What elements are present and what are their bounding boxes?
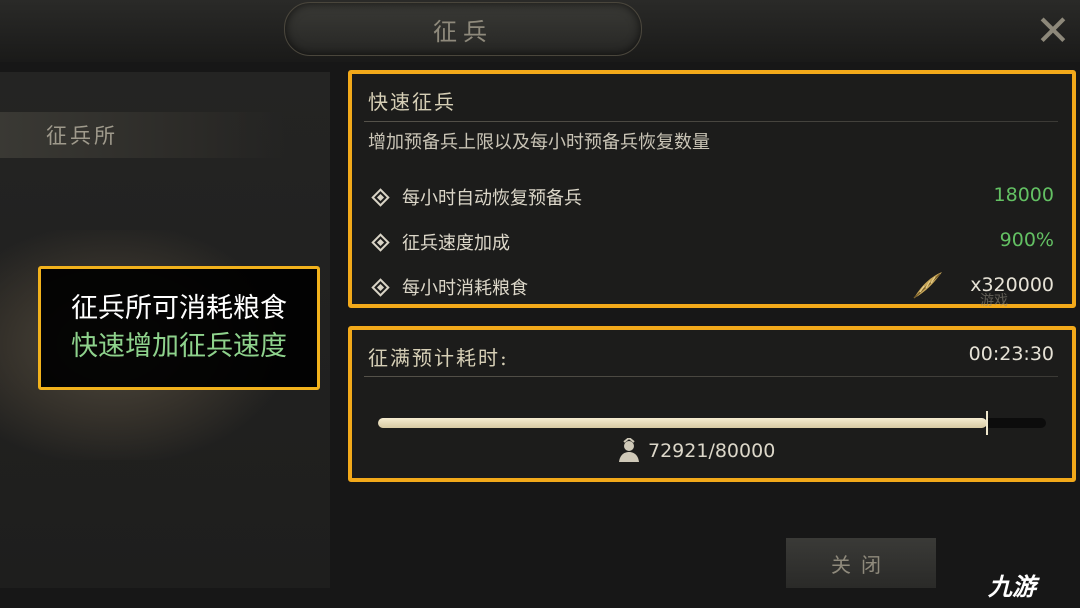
soldier-icon — [619, 438, 639, 462]
stat-row: 征兵速度加成 900% — [371, 229, 1054, 259]
site-logo: 九游 — [988, 564, 1078, 604]
diamond-bullet-icon — [371, 278, 390, 297]
stat-label: 征兵速度加成 — [402, 233, 510, 254]
divider — [364, 376, 1058, 377]
time-estimate-value: 00:23:30 — [968, 343, 1054, 365]
tab-recruit-office[interactable]: 征兵所 — [0, 112, 285, 158]
watermark-text: 游戏 — [980, 293, 1008, 309]
stat-row: 每小时自动恢复预备兵 18000 — [371, 184, 1054, 214]
recruit-timer-panel: 征满预计耗时: 00:23:30 72921/80000 — [348, 326, 1076, 482]
logo-text: 九游 — [988, 572, 1036, 601]
recruit-progress-bar — [378, 411, 1046, 435]
diamond-bullet-icon — [371, 188, 390, 207]
grain-icon — [913, 272, 942, 299]
annotation-callout: 征兵所可消耗粮食 快速增加征兵速度 — [38, 266, 320, 390]
quick-recruit-panel: 快速征兵 增加预备兵上限以及每小时预备兵恢复数量 每小时自动恢复预备兵 1800… — [348, 70, 1076, 308]
stat-label: 每小时消耗粮食 — [402, 278, 528, 299]
callout-line-1: 征兵所可消耗粮食 — [71, 293, 287, 324]
close-button-label: 关闭 — [831, 552, 891, 577]
quick-recruit-title: 快速征兵 — [368, 90, 456, 114]
title-plate: 征兵 — [284, 2, 642, 56]
stat-value: 900% — [999, 229, 1054, 251]
diamond-bullet-icon — [371, 233, 390, 252]
troop-count: 72921/80000 — [616, 438, 775, 464]
divider — [364, 121, 1058, 122]
quick-recruit-description: 增加预备兵上限以及每小时预备兵恢复数量 — [368, 132, 710, 153]
progress-marker — [985, 411, 988, 435]
watermark: 游戏 — [980, 286, 1080, 314]
progress-fill — [378, 418, 987, 428]
troop-count-text: 72921/80000 — [648, 440, 776, 462]
stat-value: 18000 — [993, 184, 1054, 206]
time-estimate-label: 征满预计耗时: — [368, 346, 509, 370]
tab-label: 征兵所 — [46, 124, 118, 148]
callout-line-2: 快速增加征兵速度 — [71, 331, 287, 362]
stat-label: 每小时自动恢复预备兵 — [402, 188, 582, 209]
close-button[interactable]: 关闭 — [786, 538, 936, 588]
page-title: 征兵 — [433, 17, 493, 46]
stat-row: 每小时消耗粮食 x320000 — [371, 272, 1054, 304]
close-icon[interactable]: ✕ — [1030, 8, 1076, 54]
